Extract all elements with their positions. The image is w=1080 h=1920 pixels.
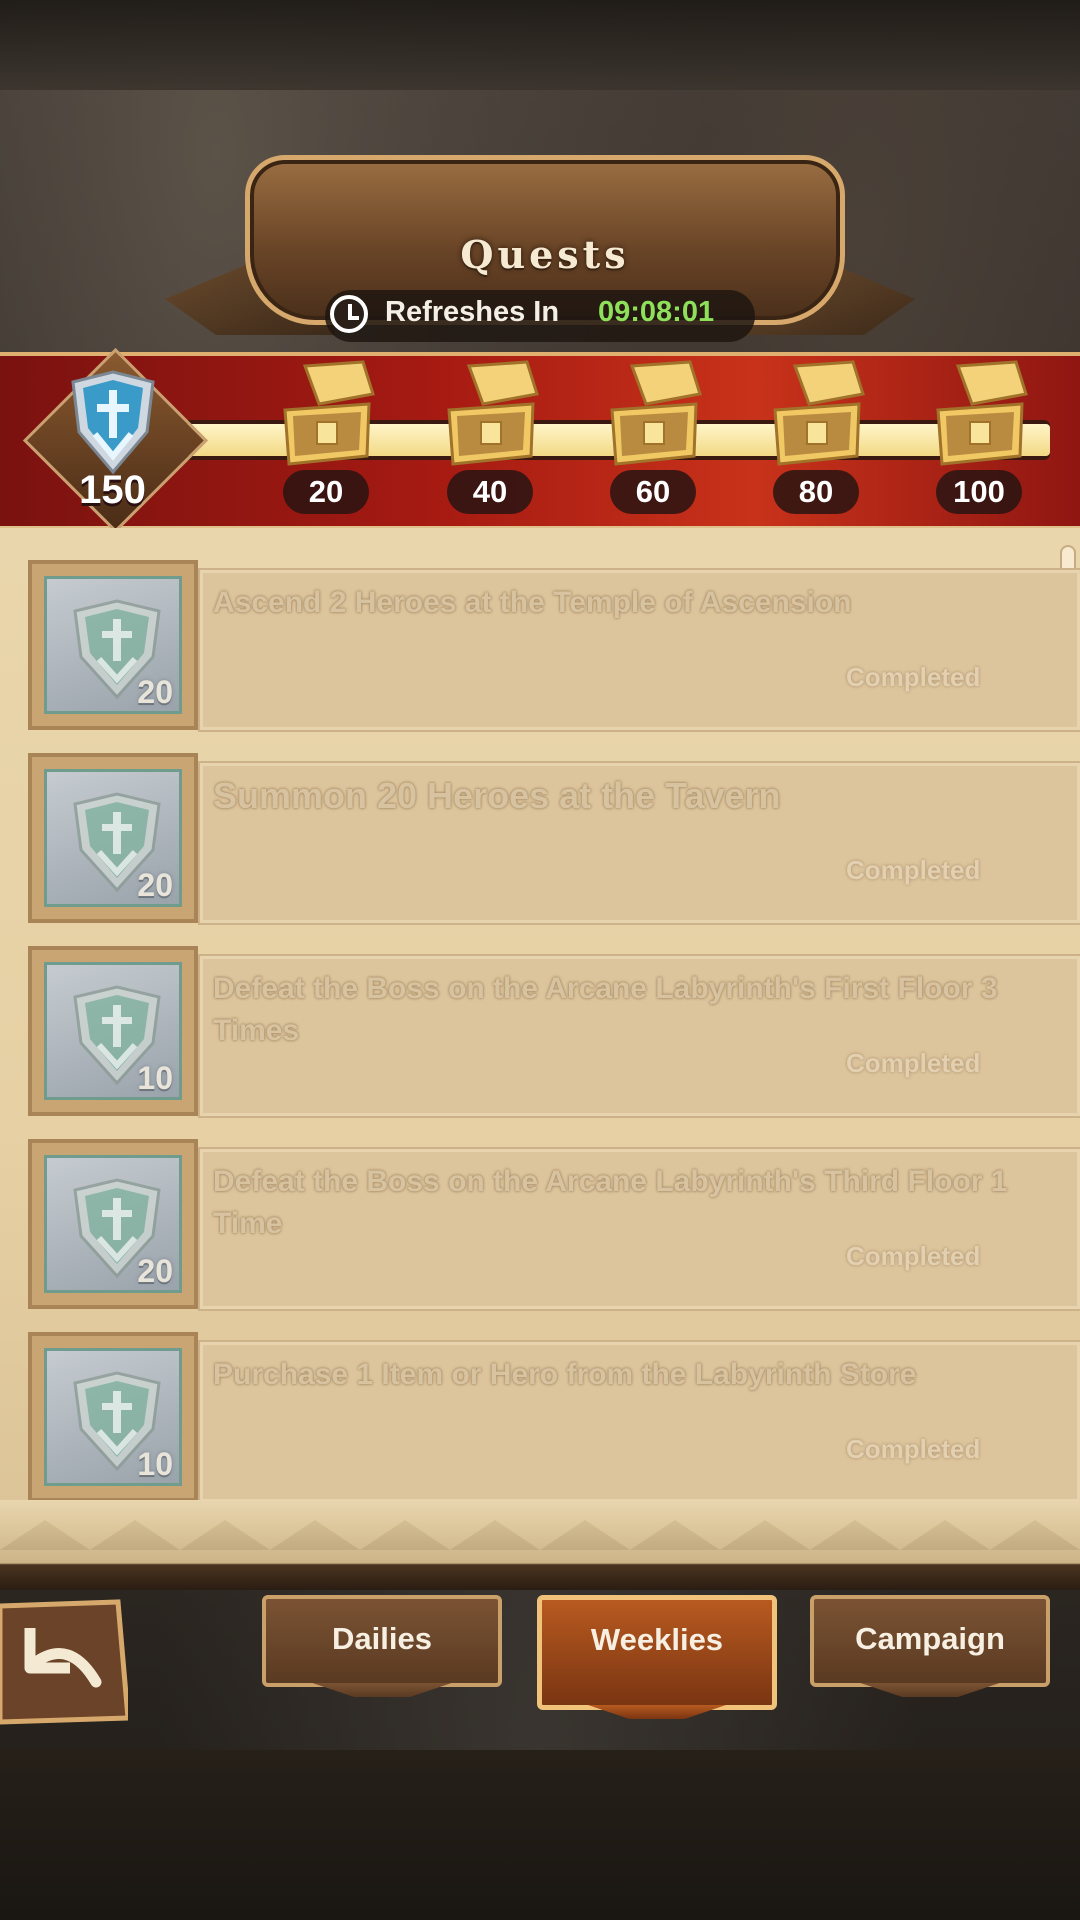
treasure-chest-icon xyxy=(447,360,539,466)
quest-reward-slot: 20 xyxy=(44,769,182,907)
ornament-tooth xyxy=(0,1520,90,1550)
quest-reward-frame: 20 xyxy=(28,1139,198,1309)
quest-title: Ascend 2 Heroes at the Temple of Ascensi… xyxy=(213,586,852,619)
tab-dailies[interactable]: Dailies xyxy=(262,1595,502,1687)
quest-row[interactable]: 20 Defeat the Boss on the Arcane Labyrint… xyxy=(28,1139,1080,1311)
quest-points: 20 xyxy=(137,1253,173,1289)
quest-reward-slot: 10 xyxy=(44,962,182,1100)
tab-campaign[interactable]: Campaign xyxy=(810,1595,1050,1687)
quest-row[interactable]: 10 Defeat the Boss on the Arcane Labyrint… xyxy=(28,946,1080,1118)
ornament-tooth xyxy=(90,1520,180,1550)
quest-points: 10 xyxy=(137,1060,173,1096)
clock-icon xyxy=(330,295,368,333)
refresh-countdown: 09:08:01 xyxy=(598,296,715,328)
ornament-tooth xyxy=(900,1520,990,1550)
milestone-2[interactable]: 60 xyxy=(594,360,704,520)
quest-reward-slot: 20 xyxy=(44,576,182,714)
quest-points: 20 xyxy=(137,674,173,710)
milestone-1[interactable]: 40 xyxy=(431,360,541,520)
milestone-points: 20 xyxy=(283,470,369,514)
ornament-tooth xyxy=(360,1520,450,1550)
ornament-tooth xyxy=(180,1520,270,1550)
quest-status: Completed xyxy=(846,1048,981,1078)
ornament-tooth xyxy=(720,1520,810,1550)
ornament-tooth xyxy=(540,1520,630,1550)
quest-row[interactable]: 10 Purchase 1 Item or Hero from the Labyr… xyxy=(28,1332,1080,1504)
quest-status: Completed xyxy=(846,1434,981,1464)
treasure-chest-icon xyxy=(936,360,1028,466)
current-points: 150 xyxy=(79,468,146,512)
quest-title: Summon 20 Heroes at the Tavern xyxy=(213,775,781,816)
quest-points: 20 xyxy=(137,867,173,903)
milestone-0[interactable]: 20 xyxy=(267,360,377,520)
refresh-label: Refreshes In xyxy=(385,296,560,328)
back-button[interactable] xyxy=(0,1598,128,1726)
quest-reward-slot: 20 xyxy=(44,1155,182,1293)
background-top xyxy=(0,0,1080,90)
quest-status: Completed xyxy=(846,855,981,885)
quest-reward-frame: 20 xyxy=(28,753,198,923)
ornament-tooth xyxy=(270,1520,360,1550)
page-title: Quests xyxy=(460,232,630,277)
ornament-tooth xyxy=(810,1520,900,1550)
milestone-points: 40 xyxy=(447,470,533,514)
background-bottom xyxy=(0,1750,1080,1920)
treasure-chest-icon xyxy=(283,360,375,466)
milestone-3[interactable]: 80 xyxy=(757,360,867,520)
milestone-4[interactable]: 100 xyxy=(920,360,1030,520)
treasure-chest-icon xyxy=(610,360,702,466)
treasure-chest-icon xyxy=(773,360,865,466)
ornament-tooth xyxy=(450,1520,540,1550)
quest-status: Completed xyxy=(846,1241,981,1271)
quest-title: Defeat the Boss on the Arcane Labyrinth'… xyxy=(213,972,998,1047)
milestone-points: 80 xyxy=(773,470,859,514)
ornament-tooth xyxy=(630,1520,720,1550)
quest-row[interactable]: 20 Summon 20 Heroes at the Tavern Complete… xyxy=(28,753,1080,925)
quest-reward-slot: 10 xyxy=(44,1348,182,1486)
quest-row[interactable]: 20 Ascend 2 Heroes at the Temple of Ascen… xyxy=(28,560,1080,732)
quest-status: Completed xyxy=(846,662,981,692)
panel-bottom-ornament xyxy=(0,1520,1080,1550)
milestone-points: 60 xyxy=(610,470,696,514)
quest-points: 10 xyxy=(137,1446,173,1482)
tab-weeklies[interactable]: Weeklies xyxy=(537,1595,777,1710)
quest-title: Purchase 1 Item or Hero from the Labyrin… xyxy=(213,1358,917,1391)
points-badge: 150 xyxy=(22,347,209,534)
shield-icon xyxy=(71,370,155,475)
ornament-tooth xyxy=(990,1520,1080,1550)
quest-title: Defeat the Boss on the Arcane Labyrinth'… xyxy=(213,1165,1008,1240)
milestone-points: 100 xyxy=(936,470,1022,514)
quest-reward-frame: 20 xyxy=(28,560,198,730)
quest-reward-frame: 10 xyxy=(28,1332,198,1502)
quest-reward-frame: 10 xyxy=(28,946,198,1116)
